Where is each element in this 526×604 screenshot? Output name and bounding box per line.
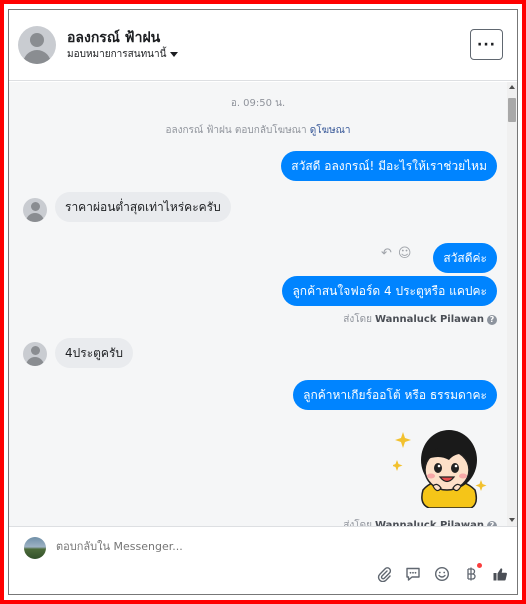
assign-label: มอบหมายการสนทนานี้ [67, 49, 167, 60]
caret-down-icon [170, 52, 179, 57]
saved-reply-icon[interactable] [404, 565, 422, 583]
contact-avatar-small [23, 342, 47, 366]
sent-by-prefix: ส่งโดย [343, 314, 372, 325]
incoming-message: 4ประตูครับ [55, 338, 134, 368]
outgoing-message: สวัสดี อลงกรณ์! มีอะไรให้เราช่วยไหม [281, 151, 497, 181]
thread-scrollbar[interactable] [507, 82, 517, 526]
assign-conversation-dropdown[interactable]: มอบหมายการสนทนานี้ [67, 47, 179, 62]
thumbs-up-icon[interactable] [491, 565, 509, 583]
attachment-icon[interactable] [375, 565, 393, 583]
reply-icon[interactable]: ↶ [381, 246, 392, 261]
reply-input[interactable] [56, 540, 356, 553]
conversation-header: อลงกรณ์ ฟ้าฝน มอบหมายการสนทนานี้ ··· [9, 10, 517, 81]
view-ad-link[interactable]: ดูโฆษณา [310, 125, 351, 136]
outgoing-message: ลูกค้าหาเกียร์ออโต้ หรือ ธรรมดาคะ [293, 380, 497, 410]
sent-by-label: ส่งโดย Wannaluck Pilawan ? [343, 518, 497, 526]
scroll-down-arrow-icon[interactable] [509, 518, 515, 522]
contact-name[interactable]: อลงกรณ์ ฟ้าฝน [67, 27, 160, 49]
react-icon[interactable]: ☺ [398, 246, 412, 261]
ad-reply-note: อลงกรณ์ ฟ้าฝน ตอบกลับโฆษณา ดูโฆษณา [9, 123, 507, 138]
more-options-button[interactable]: ··· [470, 29, 503, 60]
girl-sticker-image [393, 430, 487, 508]
incoming-message: ราคาผ่อนต่ำสุดเท่าไหร่คะครับ [55, 192, 231, 222]
notification-dot [477, 563, 482, 568]
sent-by-name: Wannaluck Pilawan [374, 314, 484, 325]
outgoing-message: ลูกค้าสนใจฟอร์ด 4 ประตูหรือ แคปคะ [282, 276, 497, 306]
page-avatar [24, 537, 46, 559]
message-timestamp: อ. 09:50 น. [230, 98, 286, 109]
emoji-icon[interactable] [433, 565, 451, 583]
sent-by-label: ส่งโดย Wannaluck Pilawan ? [343, 312, 497, 327]
scroll-up-arrow-icon[interactable] [509, 85, 515, 89]
contact-avatar[interactable] [18, 26, 56, 64]
message-thread: อ. 09:50 น. อลงกรณ์ ฟ้าฝน ตอบกลับโฆษณา ด… [9, 82, 517, 526]
message-composer [9, 526, 517, 594]
sent-by-prefix: ส่งโดย [343, 520, 372, 526]
messenger-panel: อลงกรณ์ ฟ้าฝน มอบหมายการสนทนานี้ ··· อ. … [8, 9, 518, 595]
contact-avatar-small [23, 198, 47, 222]
message-actions: ↶ ☺ [381, 246, 411, 261]
outgoing-message: สวัสดีค่ะ [433, 243, 497, 273]
composer-toolbar [375, 563, 509, 583]
help-icon[interactable]: ? [487, 314, 497, 325]
ad-reply-text: อลงกรณ์ ฟ้าฝน ตอบกลับโฆษณา [165, 125, 307, 136]
scroll-thumb[interactable] [508, 98, 516, 122]
payment-baht-icon[interactable] [462, 563, 482, 583]
